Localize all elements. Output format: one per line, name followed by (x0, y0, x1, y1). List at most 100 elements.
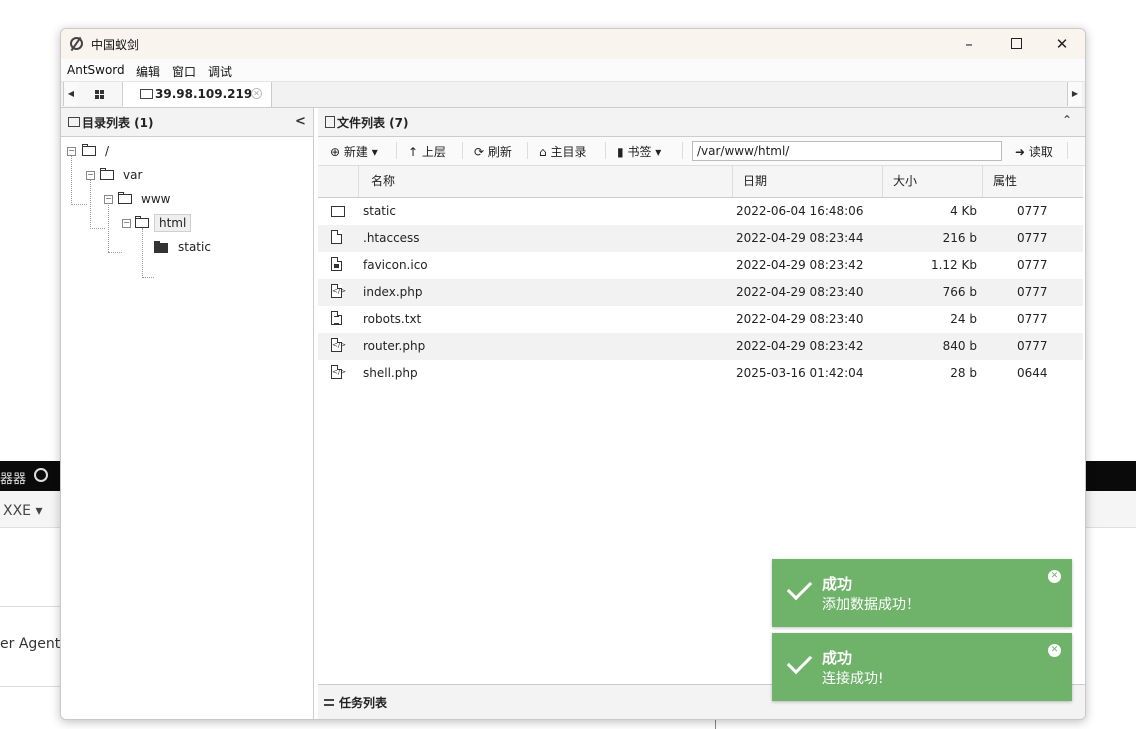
read-button[interactable]: ➜ 读取 (1015, 143, 1053, 160)
tree-collapse-icon[interactable]: − (86, 171, 95, 180)
column-name[interactable]: 名称 (358, 166, 732, 197)
folder-filled-icon (154, 241, 168, 253)
file-attr: 0777 (1017, 231, 1048, 245)
file-row[interactable]: </> router.php 2022-04-29 08:23:42 840 b… (318, 333, 1083, 360)
antsword-logo-icon (70, 37, 83, 50)
home-button-label: 主目录 (550, 145, 587, 159)
refresh-button-label: 刷新 (487, 145, 512, 159)
up-button[interactable]: ↑ 上层 (408, 143, 446, 160)
background-select[interactable]: XXE ▾ (3, 503, 43, 519)
close-button[interactable]: ✕ (1047, 33, 1077, 55)
tab-scroll-right-icon[interactable]: ▶ (1067, 82, 1082, 106)
new-button-label: 新建 (343, 145, 368, 159)
tab-close-icon[interactable]: ✕ (251, 88, 262, 99)
collapse-left-icon[interactable]: < (295, 114, 306, 129)
toolbar-divider (1067, 142, 1068, 159)
file-name: robots.txt (363, 312, 422, 326)
file-row[interactable]: favicon.ico 2022-04-29 08:23:42 1.12 Kb … (318, 252, 1083, 279)
home-button[interactable]: ⌂ 主目录 (539, 143, 586, 160)
tree-item-label: html (154, 214, 192, 232)
plus-circle-icon: ⊕ (330, 145, 341, 159)
file-size: 840 b (942, 339, 977, 353)
directory-panel-header: 目录列表 (1) < (61, 108, 313, 137)
tab-label: 39.98.109.219 (155, 87, 253, 101)
file-date: 2022-04-29 08:23:42 (736, 339, 864, 353)
bookmark-button-label: 书签 (627, 145, 652, 159)
grid-icon (95, 90, 99, 94)
background-text: 器器 (0, 472, 27, 487)
tree-item-label: www (141, 192, 171, 206)
gauge-icon (34, 468, 48, 482)
tab-home-grid[interactable] (78, 82, 123, 106)
code-file-icon: </> (331, 365, 346, 379)
toast-close-icon[interactable]: ✕ (1048, 570, 1061, 583)
path-input[interactable] (692, 141, 1002, 161)
file-date: 2022-04-29 08:23:40 (736, 285, 864, 299)
success-toast: 成功 连接成功! ✕ (772, 633, 1072, 701)
new-button[interactable]: ⊕ 新建 ▾ (330, 143, 378, 160)
title-bar[interactable]: 中国蚁剑 – ✕ (61, 29, 1085, 59)
file-size: 1.12 Kb (930, 258, 977, 272)
tree-collapse-icon[interactable]: − (104, 195, 113, 204)
tree-collapse-icon[interactable]: − (67, 147, 76, 156)
file-row[interactable]: </> index.php 2022-04-29 08:23:40 766 b … (318, 279, 1083, 306)
text-file-icon (331, 311, 342, 325)
bookmark-icon: ▮ (617, 145, 624, 159)
file-row[interactable]: .htaccess 2022-04-29 08:23:44 216 b 0777 (318, 225, 1083, 252)
menu-antsword[interactable]: AntSword (67, 63, 125, 77)
directory-panel: 目录列表 (1) < − / − var − www − html static (61, 108, 314, 719)
file-name: .htaccess (363, 231, 420, 245)
file-name: shell.php (363, 366, 418, 380)
tab-scroll-left-icon[interactable]: ◀ (63, 82, 79, 106)
background-user-agent-label: er Agent (0, 636, 61, 652)
code-file-icon: </> (331, 284, 346, 298)
file-name: index.php (363, 285, 423, 299)
minimize-button[interactable]: – (954, 33, 984, 55)
toast-close-icon[interactable]: ✕ (1048, 644, 1061, 657)
file-date: 2022-04-29 08:23:44 (736, 231, 864, 245)
file-size: 28 b (950, 366, 977, 380)
tree-collapse-icon[interactable]: − (122, 219, 131, 228)
arrow-up-icon: ↑ (408, 145, 419, 159)
file-row[interactable]: robots.txt 2022-04-29 08:23:40 24 b 0777 (318, 306, 1083, 333)
file-date: 2022-04-29 08:23:42 (736, 258, 864, 272)
file-date: 2022-06-04 16:48:06 (736, 204, 864, 218)
file-date: 2022-04-29 08:23:40 (736, 312, 864, 326)
collapse-up-icon[interactable]: ⌃ (1062, 113, 1072, 127)
file-icon (331, 230, 342, 244)
folder-icon (331, 206, 345, 217)
tree-line (108, 252, 122, 253)
bookmark-button[interactable]: ▮ 书签 ▾ (617, 143, 661, 160)
file-size: 4 Kb (950, 204, 977, 218)
menu-edit[interactable]: 编辑 (136, 63, 160, 80)
tree-line (142, 228, 143, 278)
task-list-title: 任务列表 (339, 696, 388, 710)
file-attr: 0777 (1017, 312, 1048, 326)
tree-line (108, 202, 109, 252)
tree-line (90, 228, 105, 229)
file-grid-header: 名称 日期 大小 属性 (318, 166, 1083, 198)
read-button-label: 读取 (1028, 145, 1053, 159)
tab-bar: ◀ 39.98.109.219 ✕ ▶ (61, 82, 1085, 108)
menu-window[interactable]: 窗口 (172, 63, 196, 80)
menu-debug[interactable]: 调试 (208, 63, 232, 80)
toast-title: 成功 (822, 575, 853, 593)
tab-connection[interactable]: 39.98.109.219 ✕ (123, 82, 272, 107)
file-row[interactable]: static 2022-06-04 16:48:06 4 Kb 0777 (318, 198, 1083, 225)
refresh-icon: ⟳ (474, 145, 485, 159)
home-icon: ⌂ (539, 145, 547, 159)
maximize-button[interactable] (1001, 33, 1031, 55)
column-size[interactable]: 大小 (882, 166, 982, 197)
file-name: router.php (363, 339, 426, 353)
tree-line (90, 178, 91, 229)
column-attr[interactable]: 属性 (982, 166, 1083, 197)
toolbar-divider (605, 142, 606, 159)
file-row[interactable]: </> shell.php 2025-03-16 01:42:04 28 b 0… (318, 360, 1083, 387)
file-attr: 0777 (1017, 204, 1048, 218)
directory-panel-title: 目录列表 (1) (82, 116, 154, 130)
file-panel: 文件列表 (7) ⌃ ⊕ 新建 ▾ ↑ 上层 ⟳ 刷新 ⌂ 主目录 ▮ 书签 ▾… (318, 108, 1085, 719)
folder-icon (135, 216, 149, 228)
file-attr: 0777 (1017, 339, 1048, 353)
refresh-button[interactable]: ⟳ 刷新 (474, 143, 512, 160)
column-date[interactable]: 日期 (732, 166, 882, 197)
